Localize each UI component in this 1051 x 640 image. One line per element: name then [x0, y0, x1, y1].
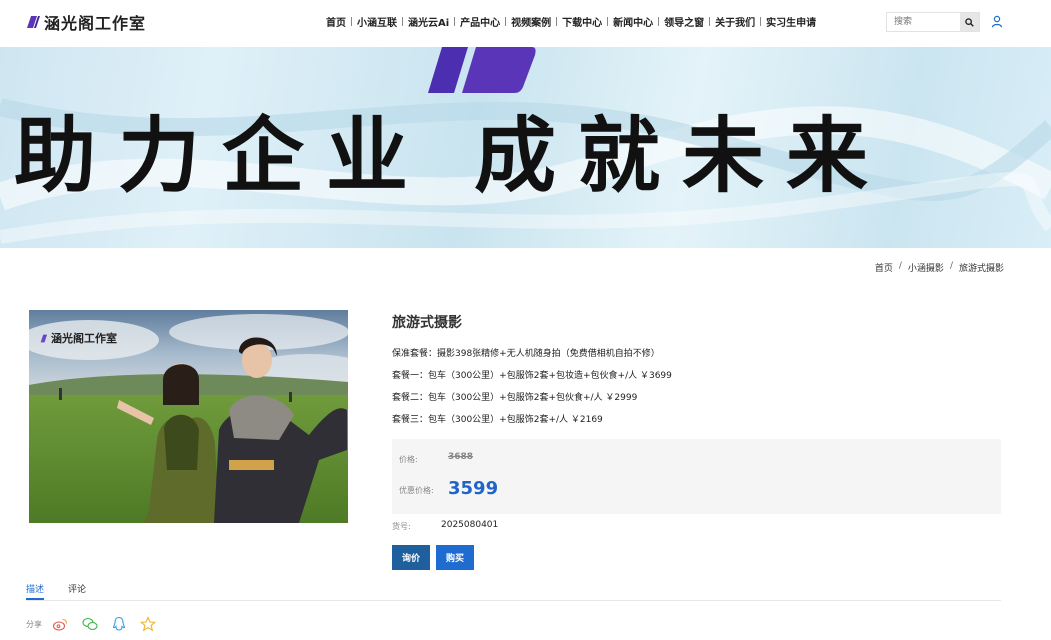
site-logo[interactable]: 涵光阁工作室: [26, 11, 146, 33]
nav-divider: [402, 17, 403, 26]
qzone-icon[interactable]: [140, 616, 156, 632]
logo-mark-icon: [27, 16, 40, 28]
nav-item-about[interactable]: 关于我们: [715, 14, 755, 29]
nav-item-video-cases[interactable]: 视频案例: [511, 14, 551, 29]
watermark-text: 涵光阁工作室: [51, 332, 117, 345]
banner-logo-mark-icon: [428, 47, 536, 93]
hero-banner: 助力企业 成就未来: [0, 47, 1051, 248]
nav-divider: [556, 17, 558, 26]
product-image-watermark: 涵光阁工作室: [40, 330, 117, 346]
nav-item-downloads[interactable]: 下载中心: [562, 14, 602, 29]
sku-value: 2025080401: [441, 520, 499, 530]
package-three: 套餐三：包车（300公里）+包服饰2套+/人 ￥2169: [392, 415, 603, 425]
nav-divider: [709, 17, 711, 26]
original-price: 3688: [448, 452, 474, 462]
sale-price-label: 优惠价格:: [399, 486, 434, 495]
package-two: 套餐二：包车（300公里）+包服饰2套+包伙食+/人 ￥2999: [392, 393, 638, 403]
nav-divider: [607, 17, 609, 26]
wechat-icon[interactable]: [82, 616, 98, 632]
package-standard: 保准套餐：摄影398张精修+无人机随身拍（免费借相机自拍不修）: [392, 349, 660, 359]
buy-button[interactable]: 购买: [436, 545, 474, 570]
tab-description[interactable]: 描述: [26, 582, 45, 600]
nav-item-home[interactable]: 首页: [326, 14, 346, 29]
nav-item-leadership[interactable]: 领导之窗: [664, 14, 704, 29]
inquiry-button[interactable]: 询价: [392, 545, 430, 570]
weibo-icon[interactable]: [52, 616, 68, 632]
site-header: 涵光阁工作室 首页 小涵互联 涵光云Ai 产品中心 视频案例 下载中心 新闻中心…: [0, 0, 1051, 47]
banner-slogan: 助力企业 成就未来: [14, 107, 890, 207]
qq-icon[interactable]: [111, 616, 127, 632]
user-icon[interactable]: [991, 15, 1003, 28]
nav-divider: [658, 17, 660, 26]
sku-label: 货号:: [392, 522, 411, 531]
breadcrumb-home[interactable]: 首页: [875, 261, 893, 274]
banner-slogan-right: 成就未来: [474, 109, 891, 204]
nav-item-news[interactable]: 新闻中心: [613, 14, 653, 29]
nav-divider: [505, 17, 507, 26]
search-input[interactable]: [887, 13, 960, 31]
nav-item-xiaohan-hulian[interactable]: 小涵互联: [357, 14, 397, 29]
nav-divider: [351, 17, 352, 26]
breadcrumb: 首页 / 小涵摄影 / 旅游式摄影: [875, 261, 1004, 274]
tab-comments[interactable]: 评论: [68, 582, 86, 600]
product-image: 涵光阁工作室: [29, 310, 348, 523]
search-box: [886, 12, 980, 32]
banner-slogan-left: 助力企业: [14, 109, 431, 204]
price-label: 价格:: [399, 455, 418, 464]
product-title: 旅游式摄影: [392, 315, 462, 331]
watermark-logo-mark-icon: [40, 334, 48, 342]
nav-divider: [760, 17, 762, 26]
package-one: 套餐一：包车（300公里）+包服饰2套+包妆造+包伙食+/人 ￥3699: [392, 371, 672, 381]
nav-item-products[interactable]: 产品中心: [460, 14, 500, 29]
breadcrumb-current: 旅游式摄影: [958, 264, 1004, 274]
logo-text: 涵光阁工作室: [44, 14, 147, 33]
nav-item-intern-apply[interactable]: 实习生申请: [766, 14, 816, 29]
search-button[interactable]: [960, 13, 979, 31]
breadcrumb-separator: /: [949, 261, 953, 271]
nav-item-hanguang-ai[interactable]: 涵光云Ai: [408, 14, 449, 29]
search-icon: [965, 17, 974, 27]
price-box: 价格: 3688 优惠价格: 3599: [392, 439, 1001, 514]
share-label: 分享: [26, 620, 42, 629]
main-nav: 首页 小涵互联 涵光云Ai 产品中心 视频案例 下载中心 新闻中心 领导之窗 关…: [326, 14, 816, 29]
nav-divider: [454, 17, 456, 26]
breadcrumb-category[interactable]: 小涵摄影: [908, 261, 944, 274]
sale-price: 3599: [448, 478, 499, 499]
detail-tabs: 描述 评论: [26, 582, 1001, 601]
breadcrumb-separator: /: [898, 261, 902, 271]
